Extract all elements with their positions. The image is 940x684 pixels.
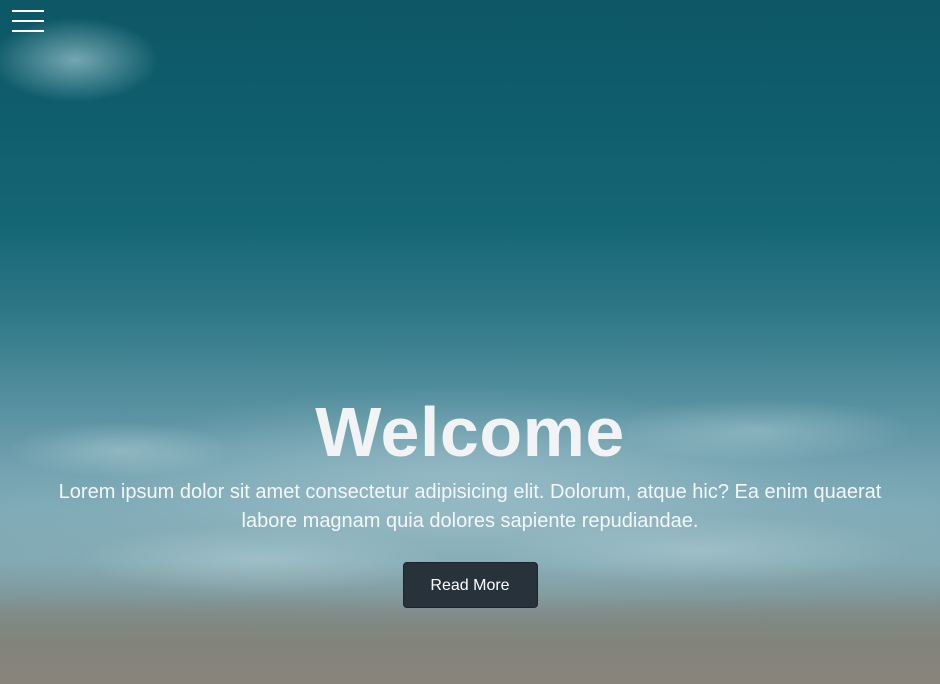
hamburger-menu-icon[interactable] (12, 8, 44, 34)
menu-bar-middle (12, 20, 44, 22)
read-more-button[interactable]: Read More (402, 562, 538, 608)
hero-content: Welcome Lorem ipsum dolor sit amet conse… (0, 390, 940, 608)
menu-bar-top (12, 10, 44, 12)
hero-section: Welcome Lorem ipsum dolor sit amet conse… (0, 0, 940, 684)
hero-subtitle: Lorem ipsum dolor sit amet consectetur a… (58, 481, 882, 532)
menu-bar-bottom (12, 30, 44, 32)
hero-title: Welcome (315, 393, 625, 471)
